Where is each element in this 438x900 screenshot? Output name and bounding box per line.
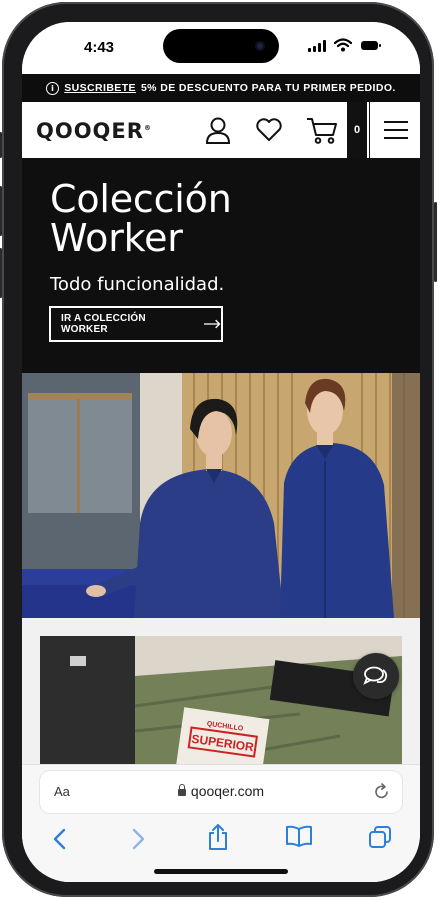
battery-icon — [361, 41, 381, 50]
wifi-icon — [334, 38, 352, 52]
volume-down-button — [0, 248, 2, 298]
volume-up-button — [0, 186, 2, 236]
menu-icon — [384, 121, 408, 123]
promo-text: 5% DE DESCUENTO PARA TU PRIMER PEDIDO. — [140, 82, 396, 94]
hero-banner: Colección Worker Todo funcionalidad. IR A… — [22, 158, 420, 373]
trousers-image: QUCHILLO SUPERIOR — [40, 636, 402, 768]
share-icon[interactable] — [207, 823, 229, 851]
chat-icon — [363, 666, 388, 685]
address-bar[interactable]: Aa qooqer.com — [40, 771, 402, 813]
cart-count-badge[interactable]: 0 — [347, 102, 367, 158]
lock-icon — [177, 784, 186, 796]
status-bar: 4:43 — [22, 22, 420, 74]
screen: 4:43 i SUSCRIBETE 5% DE DESCUENTO PARA T… — [22, 22, 420, 882]
info-icon: i — [46, 81, 60, 95]
tabs-icon[interactable] — [368, 825, 392, 849]
back-icon[interactable] — [52, 828, 68, 850]
arrow-right-icon — [203, 319, 221, 329]
site-header: QOOQER® 0 — [22, 102, 420, 159]
hero-photo[interactable] — [22, 373, 420, 618]
subscribe-link[interactable]: SUSCRIBETE — [64, 82, 136, 94]
product-image[interactable]: QUCHILLO SUPERIOR — [40, 636, 402, 768]
home-indicator — [154, 869, 288, 874]
logo-text: QOOQER — [36, 119, 144, 143]
power-button — [434, 202, 437, 282]
cart-icon[interactable] — [306, 117, 338, 145]
promo-banner[interactable]: i SUSCRIBETE 5% DE DESCUENTO PARA TU PRI… — [22, 74, 420, 102]
forward-icon[interactable] — [130, 828, 146, 850]
url-display[interactable]: qooqer.com — [40, 783, 402, 799]
brand-logo[interactable]: QOOQER® — [36, 119, 152, 143]
status-time: 4:43 — [84, 39, 115, 56]
hero-title: Colección Worker — [50, 177, 232, 260]
heart-icon[interactable] — [255, 118, 283, 142]
menu-icon-line — [384, 137, 408, 139]
camera-icon — [255, 41, 265, 51]
chat-button[interactable] — [353, 653, 399, 699]
cta-label: IR A COLECCIÓN WORKER — [61, 313, 146, 335]
menu-button[interactable] — [369, 102, 420, 158]
reload-icon[interactable] — [374, 783, 390, 800]
domain-text: qooqer.com — [190, 783, 265, 799]
signal-icon — [308, 40, 326, 52]
worker-collection-button[interactable]: IR A COLECCIÓN WORKER — [49, 306, 223, 342]
bookmarks-icon[interactable] — [285, 825, 313, 847]
registered-mark: ® — [143, 124, 152, 132]
phone-frame: 4:43 i SUSCRIBETE 5% DE DESCUENTO PARA T… — [0, 2, 437, 897]
models-image — [22, 373, 420, 618]
hero-subtitle: Todo funcionalidad. — [50, 274, 225, 295]
menu-icon-line — [384, 129, 408, 131]
browser-toolbar: Aa qooqer.com — [22, 764, 420, 882]
dynamic-island — [163, 29, 279, 63]
user-icon[interactable] — [205, 116, 231, 144]
side-button-left — [0, 132, 2, 158]
